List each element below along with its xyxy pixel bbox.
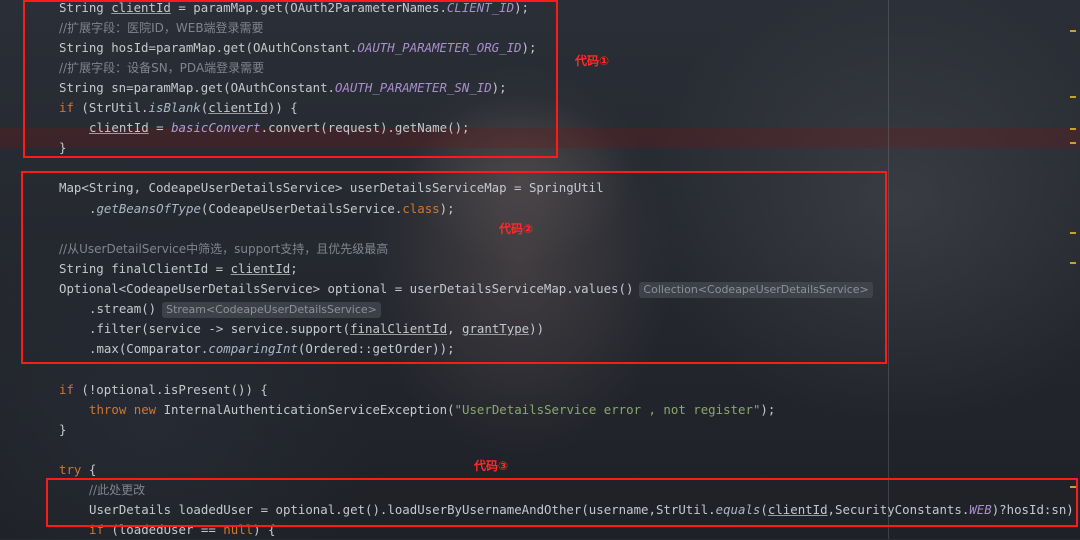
warning-marker[interactable] <box>1070 262 1076 264</box>
code-line[interactable]: throw new InternalAuthenticationServiceE… <box>89 400 775 420</box>
code-line[interactable]: try { <box>59 460 96 480</box>
warning-marker[interactable] <box>1070 128 1076 130</box>
code-token: { <box>81 462 97 477</box>
warning-marker[interactable] <box>1070 232 1076 234</box>
code-token: ); <box>760 402 776 417</box>
code-token: InternalAuthenticationServiceException( <box>156 402 455 417</box>
code-token: "UserDetailsService error , not register… <box>454 402 761 417</box>
code-1-highlight-box <box>23 0 558 158</box>
code-3-label: 代码③ <box>474 459 509 473</box>
code-2-highlight-box <box>21 171 887 364</box>
warning-marker[interactable] <box>1070 30 1076 32</box>
code-token: if <box>59 382 74 397</box>
code-token: try <box>59 462 82 477</box>
code-2-label: 代码② <box>499 222 534 236</box>
code-token: (!optional.isPresent()) { <box>73 382 268 397</box>
code-1-label: 代码① <box>575 54 610 68</box>
warning-marker[interactable] <box>1070 142 1076 144</box>
code-3-highlight-box <box>46 478 1078 527</box>
code-token: throw new <box>89 402 157 417</box>
code-line[interactable]: } <box>59 420 66 440</box>
warning-marker[interactable] <box>1070 96 1076 98</box>
code-token: } <box>59 422 67 437</box>
warning-marker[interactable] <box>1070 486 1076 488</box>
code-line[interactable]: if (!optional.isPresent()) { <box>59 380 268 400</box>
